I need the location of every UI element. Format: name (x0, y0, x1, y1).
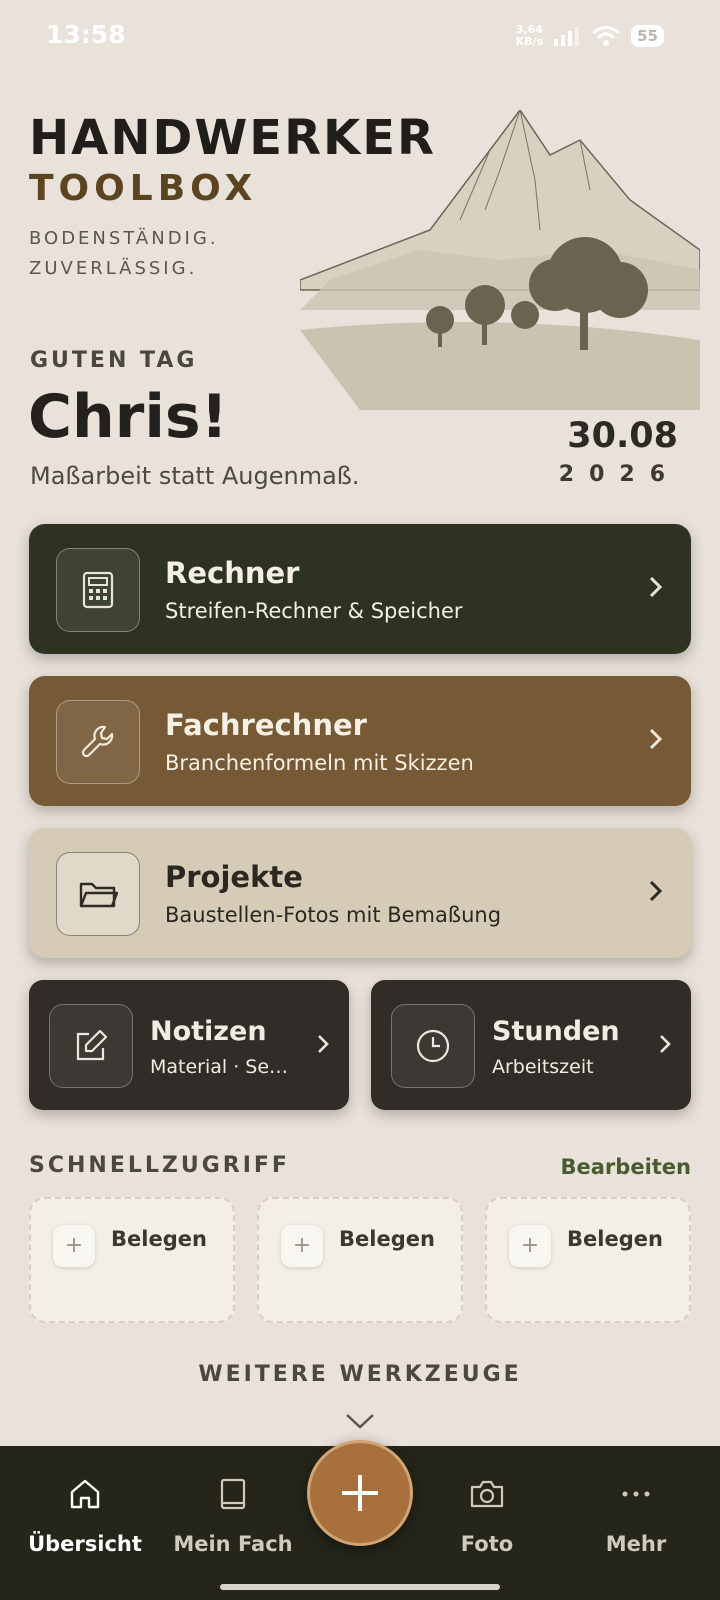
greeting-label: GUTEN TAG (30, 348, 198, 373)
quick-slot-label: Belegen (567, 1227, 663, 1251)
home-icon (70, 1479, 100, 1509)
book-icon (220, 1478, 246, 1510)
nav-label: Mein Fach (173, 1532, 293, 1556)
folder-icon (56, 852, 140, 936)
fachrechner-card[interactable]: Fachrechner Branchenformeln mit Skizzen (29, 676, 691, 806)
plus-icon: + (509, 1225, 551, 1267)
date-year: 2026 (558, 462, 680, 487)
clock-icon (391, 1004, 475, 1088)
quick-slot-label: Belegen (339, 1227, 435, 1251)
notizen-subtitle: Material · Se… (150, 1056, 289, 1078)
more-tools-toggle[interactable]: WEITERE WERKZEUGE (0, 1362, 720, 1387)
rechner-card[interactable]: Rechner Streifen-Rechner & Speicher (29, 524, 691, 654)
chevron-right-icon (649, 728, 663, 750)
nav-mehr[interactable]: Mehr (566, 1476, 706, 1556)
battery-indicator: 55 (631, 25, 664, 47)
nav-foto[interactable]: Foto (417, 1476, 557, 1556)
stunden-card[interactable]: Stunden Arbeitszeit (371, 980, 691, 1110)
quick-slot-label: Belegen (111, 1227, 207, 1251)
fachrechner-subtitle: Branchenformeln mit Skizzen (165, 751, 474, 775)
more-icon (622, 1491, 650, 1497)
chevron-right-icon (649, 576, 663, 598)
notizen-card[interactable]: Notizen Material · Se… (29, 980, 349, 1110)
hero-section: HANDWERKER TOOLBOX BODENSTÄNDIG. ZUVERLÄ… (0, 80, 720, 520)
projekte-card[interactable]: Projekte Baustellen-Fotos mit Bemaßung (29, 828, 691, 958)
brand-tagline: BODENSTÄNDIG. ZUVERLÄSSIG. (29, 228, 219, 279)
rechner-title: Rechner (165, 556, 300, 590)
plus-icon: + (53, 1225, 95, 1267)
nav-label: Mehr (605, 1532, 667, 1556)
nav-uebersicht[interactable]: Übersicht (15, 1476, 155, 1556)
chevron-down-icon[interactable] (345, 1412, 375, 1430)
quick-access-edit-link[interactable]: Bearbeiten (561, 1155, 691, 1179)
notizen-title: Notizen (150, 1016, 267, 1047)
greeting-name: Chris! (28, 382, 228, 452)
chevron-right-icon (660, 1035, 671, 1053)
signal-icon (554, 27, 580, 46)
quick-slot[interactable]: + Belegen (29, 1197, 235, 1323)
home-indicator (220, 1584, 500, 1590)
wrench-icon (56, 700, 140, 784)
rechner-subtitle: Streifen-Rechner & Speicher (165, 599, 463, 623)
mountain-illustration (300, 110, 700, 410)
camera-icon (470, 1480, 504, 1508)
quick-slot[interactable]: + Belegen (257, 1197, 463, 1323)
wifi-icon (592, 26, 621, 46)
fachrechner-title: Fachrechner (165, 708, 367, 742)
stunden-title: Stunden (492, 1016, 620, 1047)
stunden-subtitle: Arbeitszeit (492, 1056, 594, 1078)
date-day: 30.08 (567, 416, 678, 456)
status-time: 13:58 (46, 20, 126, 49)
network-speed: 3,64 KB/s (515, 23, 544, 48)
greeting-tagline: Maßarbeit statt Augenmaß. (30, 462, 360, 490)
quick-slot[interactable]: + Belegen (485, 1197, 691, 1323)
bottom-navigation: Übersicht Mein Fach Foto Mehr (0, 1440, 720, 1600)
nav-label: Übersicht (28, 1532, 142, 1556)
nav-mein-fach[interactable]: Mein Fach (163, 1476, 303, 1556)
brand-subtitle: TOOLBOX (29, 168, 258, 209)
projekte-title: Projekte (165, 860, 303, 894)
projekte-subtitle: Baustellen-Fotos mit Bemaßung (165, 903, 502, 927)
plus-icon: + (281, 1225, 323, 1267)
add-button[interactable] (307, 1440, 413, 1546)
chevron-right-icon (649, 880, 663, 902)
quick-access-heading: SCHNELLZUGRIFF (29, 1153, 290, 1178)
status-icons: 3,64 KB/s 55 (516, 20, 664, 52)
chevron-right-icon (318, 1035, 329, 1053)
status-bar: 13:58 3,64 KB/s 55 (0, 0, 720, 72)
calculator-icon (56, 548, 140, 632)
plus-icon (342, 1475, 378, 1511)
nav-label: Foto (460, 1532, 514, 1556)
edit-icon (49, 1004, 133, 1088)
